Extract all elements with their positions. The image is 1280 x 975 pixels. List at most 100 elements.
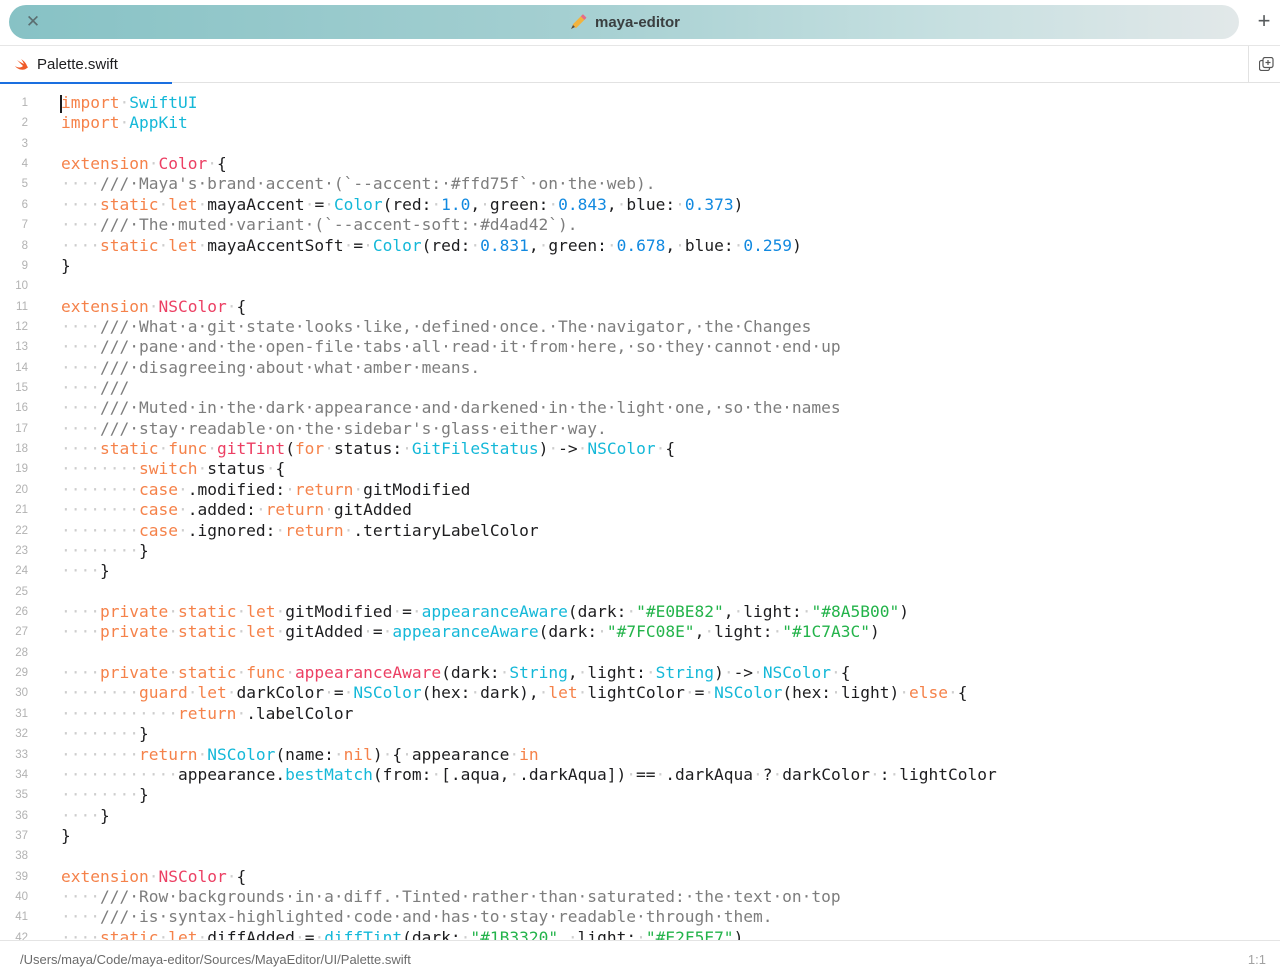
code-line: 32 ········} <box>0 724 1280 744</box>
line-number: 5 <box>21 178 28 191</box>
code-text: ····///·Muted·in·the·dark·appearance·and… <box>61 398 841 418</box>
line-number: 1 <box>21 97 28 109</box>
code-line: 23 ········} <box>0 541 1280 561</box>
code-text: ········} <box>61 724 149 744</box>
code-text: ········} <box>61 540 149 560</box>
line-number: 21 <box>15 504 28 517</box>
line-number: 2 <box>21 117 28 130</box>
code-line: 9} <box>0 256 1280 276</box>
text-caret <box>60 95 62 113</box>
code-text: ····private·static·let·gitAdded·=·appear… <box>61 622 880 642</box>
line-number: 42 <box>15 931 28 940</box>
line-number: 39 <box>15 870 28 883</box>
line-number: 37 <box>15 829 28 842</box>
line-number: 10 <box>15 280 28 293</box>
code-line: 6 ····static·let·mayaAccent·=·Color(red:·… <box>0 195 1280 215</box>
code-text: ····static·let·mayaAccentSoft·=·Color(re… <box>61 235 802 255</box>
line-number: 9 <box>21 259 28 272</box>
code-line: 12 ····///·What·a·git·state·looks·like,·d… <box>0 317 1280 337</box>
line-number: 23 <box>15 544 28 557</box>
code-text: extension·Color·{ <box>61 154 227 174</box>
code-text: } <box>61 255 71 275</box>
code-lines: 1 import·SwiftUI 2 import·AppKit 3 4 extension… <box>0 93 1280 940</box>
code-text: import·SwiftUI <box>61 93 198 112</box>
line-number: 22 <box>15 524 28 537</box>
code-text: } <box>61 825 71 845</box>
code-line: 5 ····///·Maya's·brand·accent·(`--accent:… <box>0 174 1280 194</box>
code-text: extension·NSColor·{ <box>61 866 247 886</box>
line-number: 6 <box>21 198 28 211</box>
code-text: ········guard·let·darkColor·=·NSColor(he… <box>61 683 968 703</box>
code-text: ············appearance.bestMatch(from:·[… <box>61 764 997 784</box>
code-text: ········switch·status·{ <box>61 459 286 479</box>
code-text: ····private·static·func·appearanceAware(… <box>61 663 851 683</box>
code-line: 34 ············appearance.bestMatch(from:… <box>0 765 1280 785</box>
code-line: 19 ········switch·status·{ <box>0 459 1280 479</box>
title-pill: maya-editor ✕ <box>9 5 1239 39</box>
code-line: 1 import·SwiftUI <box>0 93 1280 113</box>
line-number: 33 <box>15 748 28 761</box>
line-number: 32 <box>15 728 28 741</box>
code-line: 41 ····///·is·syntax-highlighted·code·and… <box>0 907 1280 927</box>
tab-palette-swift[interactable]: Palette.swift <box>0 46 172 84</box>
code-text: ········} <box>61 785 149 805</box>
code-text: ····///·stay·readable·on·the·sidebar's·g… <box>61 418 607 438</box>
split-view-icon[interactable] <box>1248 46 1280 83</box>
code-line: 20 ········case·.modified:·return·gitModi… <box>0 480 1280 500</box>
code-text: ····///·pane·and·the·open-file·tabs·all·… <box>61 337 841 357</box>
code-line: 33 ········return·NSColor(name:·nil)·{·ap… <box>0 745 1280 765</box>
code-text: ····///·Maya's·brand·accent·(`--accent:·… <box>61 174 656 194</box>
line-number: 4 <box>21 158 28 171</box>
line-number: 36 <box>15 809 28 822</box>
code-line: 40 ····///·Row·backgrounds·in·a·diff.·Tin… <box>0 887 1280 907</box>
code-editor[interactable]: 1 import·SwiftUI 2 import·AppKit 3 4 extension… <box>0 84 1280 940</box>
code-line: 28 <box>0 643 1280 663</box>
code-line: 26 ····private·static·let·gitModified·=·a… <box>0 602 1280 622</box>
code-text: ····private·static·let·gitModified·=·app… <box>61 601 909 621</box>
code-line: 29 ····private·static·func·appearanceAwar… <box>0 663 1280 683</box>
code-text: import·AppKit <box>61 113 188 133</box>
code-line: 27 ····private·static·let·gitAdded·=·appe… <box>0 622 1280 642</box>
line-number: 20 <box>15 483 28 496</box>
code-line: 30 ········guard·let·darkColor·=·NSColor(… <box>0 683 1280 703</box>
code-text: ········return·NSColor(name:·nil)·{·appe… <box>61 744 539 764</box>
line-number: 12 <box>15 320 28 333</box>
line-number: 27 <box>15 626 28 639</box>
code-line: 16 ····///·Muted·in·the·dark·appearance·a… <box>0 398 1280 418</box>
line-number: 8 <box>21 239 28 252</box>
code-line: 31 ············return·.labelColor <box>0 704 1280 724</box>
line-number: 34 <box>15 768 28 781</box>
line-number: 18 <box>15 443 28 456</box>
code-text: ····///·is·syntax-highlighted·code·and·h… <box>61 907 773 927</box>
window-title: maya-editor <box>594 13 681 31</box>
plus-icon[interactable]: + <box>1252 9 1276 33</box>
code-line: 2 import·AppKit <box>0 113 1280 133</box>
line-number: 3 <box>21 137 28 150</box>
code-line: 38 <box>0 846 1280 866</box>
swift-icon <box>15 59 28 70</box>
line-number: 41 <box>15 911 28 924</box>
line-number: 24 <box>15 565 28 578</box>
code-text: ····/// <box>61 378 130 398</box>
line-number: 30 <box>15 687 28 700</box>
line-number: 26 <box>15 605 28 618</box>
line-number: 16 <box>15 402 28 415</box>
cursor-position: 1:1 <box>1247 952 1266 967</box>
code-line: 13 ····///·pane·and·the·open-file·tabs·al… <box>0 337 1280 357</box>
code-text: ····///·disagreeing·about·what·amber·mea… <box>61 357 481 377</box>
code-text: ····///·The·muted·variant·(`--accent-sof… <box>61 215 578 235</box>
code-line: 3 <box>0 134 1280 154</box>
code-line: 39 extension·NSColor·{ <box>0 867 1280 887</box>
line-number: 29 <box>15 667 28 680</box>
line-number: 38 <box>15 850 28 863</box>
code-text: ········case·.modified:·return·gitModifi… <box>61 479 471 499</box>
code-text: ····} <box>61 561 110 581</box>
code-text: extension·NSColor·{ <box>61 296 247 316</box>
code-line: 35 ········} <box>0 785 1280 805</box>
tab-label: Palette.swift <box>37 56 118 73</box>
line-number: 7 <box>21 219 28 232</box>
status-bar: /Users/maya/Code/maya-editor/Sources/May… <box>0 940 1280 975</box>
close-icon[interactable]: ✕ <box>23 12 43 32</box>
file-path: /Users/maya/Code/maya-editor/Sources/May… <box>20 952 411 967</box>
tab-bar: Palette.swift <box>0 45 1280 84</box>
